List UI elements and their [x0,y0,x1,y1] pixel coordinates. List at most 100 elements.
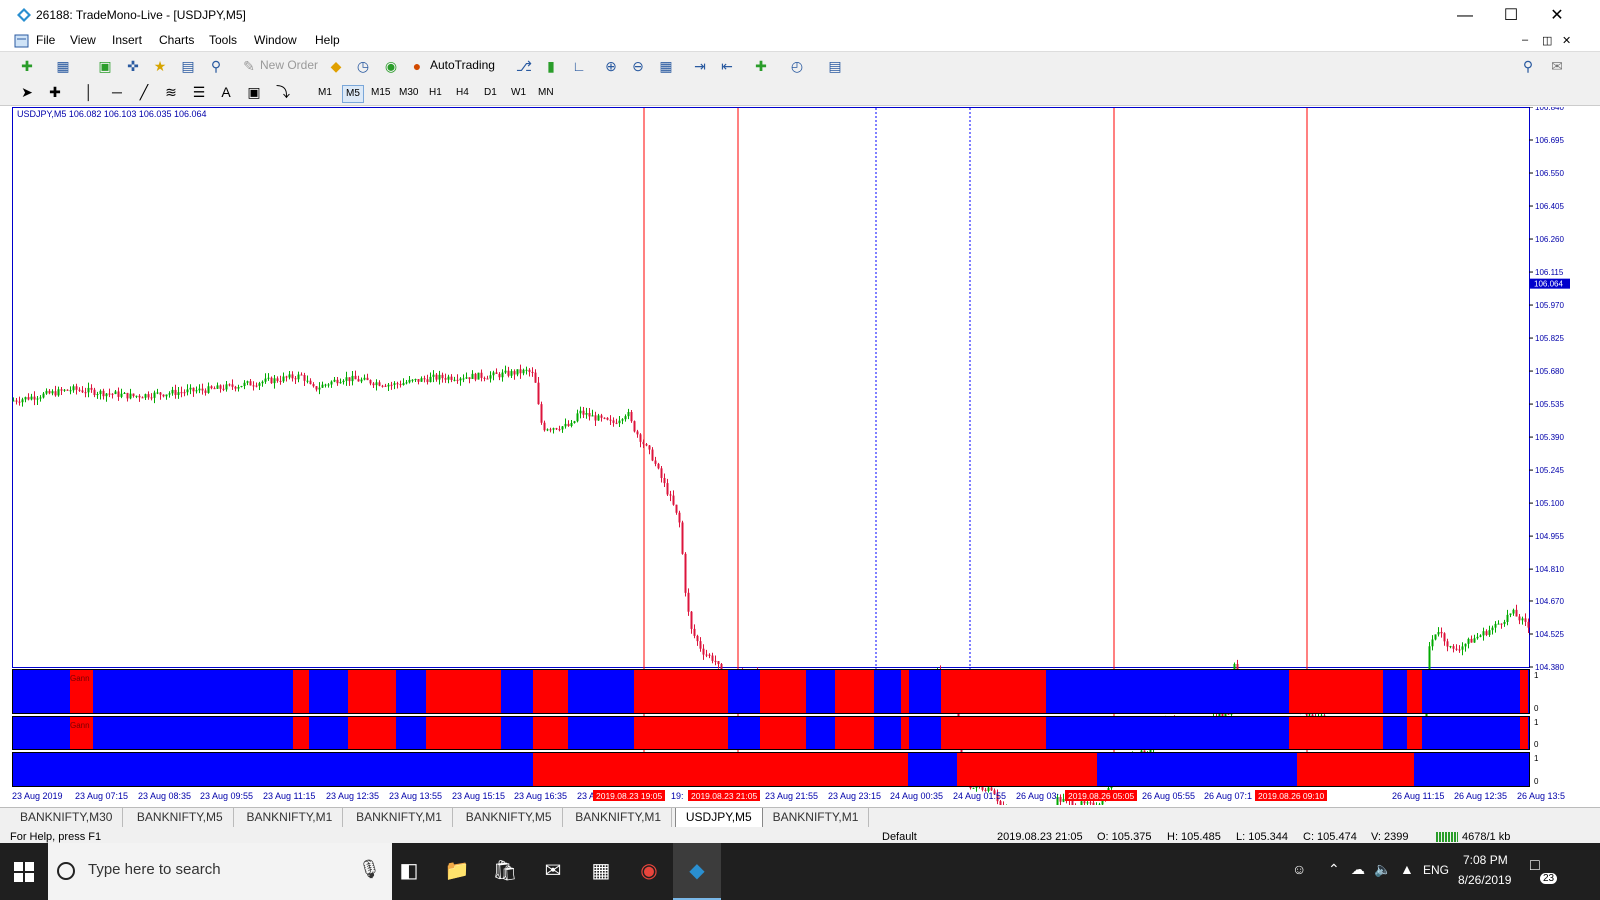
search-icon[interactable]: ⚲ [1519,57,1537,75]
people-icon[interactable]: ☺ [1292,861,1306,877]
new-order-button[interactable]: New Order [260,58,318,72]
microphone-icon[interactable]: 🎙 [358,859,381,880]
candle-body [498,373,501,378]
store-icon[interactable]: 🛍 [481,843,529,900]
timeframe-m1[interactable]: M1 [315,85,335,101]
chart-tab[interactable]: BANKNIFTY,M5 [127,808,234,827]
chart-window[interactable]: Gann 1 0 Gann 1 0 1 0 106.840 106.695 106.550 106.… [12,107,1600,805]
new-order-icon[interactable]: ✎ [240,57,258,75]
chrome-icon[interactable]: ◉ [625,843,673,900]
timeframe-d1[interactable]: D1 [481,85,500,101]
menu-view[interactable]: View [70,33,96,47]
terminal-icon[interactable]: ▤ [179,57,197,75]
market-icon[interactable]: ◉ [382,57,400,75]
metaeditor-icon[interactable]: ◆ [327,57,345,75]
signals-icon[interactable]: ◷ [354,57,372,75]
text-icon[interactable]: A [217,83,235,101]
document-icon[interactable] [14,33,30,49]
chart-tab[interactable]: BANKNIFTY,M1 [763,808,870,827]
menu-charts[interactable]: Charts [159,33,194,47]
volume-icon[interactable]: 🔈 [1374,861,1391,878]
horizontal-line-icon[interactable]: ─ [108,83,126,101]
candle-body [1500,623,1503,625]
bar-chart-icon[interactable]: ⎇ [515,57,533,75]
notifications-icon[interactable]: □ [1530,857,1540,875]
menu-tools[interactable]: Tools [209,33,237,47]
menu-help[interactable]: Help [315,33,340,47]
onedrive-icon[interactable]: ☁ [1351,861,1365,878]
mdi-minimize-button[interactable]: – [1522,34,1528,46]
cursor-icon[interactable]: ➤ [18,83,36,101]
close-button[interactable]: ✕ [1534,0,1580,31]
autoscroll-icon[interactable]: ⇤ [718,57,736,75]
zoom-in-icon[interactable]: ⊕ [602,57,620,75]
menu-file[interactable]: File [36,33,55,47]
clock-time[interactable]: 7:08 PM [1463,853,1508,867]
periods-icon[interactable]: ◴ [788,57,806,75]
fibonacci-icon[interactable]: ☰ [190,83,208,101]
chart-tab[interactable]: BANKNIFTY,M1 [237,808,344,827]
chart-tab[interactable]: BANKNIFTY,M30 [10,808,124,827]
candle-body [1455,648,1458,650]
indicator-name: Gann [70,721,90,730]
clock-date[interactable]: 8/26/2019 [1458,873,1511,887]
chart-tab[interactable]: BANKNIFTY,M5 [456,808,563,827]
strategy-tester-icon[interactable]: ⚲ [207,57,225,75]
chart-tab[interactable]: BANKNIFTY,M1 [565,808,673,827]
chart-tab[interactable]: USDJPY,M5 [674,808,763,827]
profiles-icon[interactable]: ▦ [54,57,72,75]
templates-icon[interactable]: ▤ [826,57,844,75]
mdi-close-button[interactable]: ✕ [1562,34,1571,47]
menu-window[interactable]: Window [254,33,297,47]
timeframe-m15[interactable]: M15 [368,85,393,101]
candle-body [153,392,156,398]
navigator-icon[interactable]: ★ [151,57,169,75]
indicator-band-red [533,669,568,713]
zoom-out-icon[interactable]: ⊖ [629,57,647,75]
y-tick-label: 106.115 [1535,268,1564,277]
mdi-restore-button[interactable]: ◫ [1542,34,1552,47]
trendline-icon[interactable]: ╱ [135,83,153,101]
vertical-line-icon[interactable]: │ [80,83,98,101]
equidistant-channel-icon[interactable]: ≋ [162,83,180,101]
windows-start-icon[interactable] [14,862,34,882]
timeframe-h4[interactable]: H4 [453,85,472,101]
new-chart-icon[interactable]: ✚ [18,57,36,75]
calculator-icon[interactable]: ▦ [577,843,625,900]
timeframe-h1[interactable]: H1 [426,85,445,101]
crosshair-icon[interactable]: ✚ [46,83,64,101]
line-chart-icon[interactable]: ∟ [570,57,588,75]
taskbar-search-box[interactable]: Type here to search 🎙 [48,843,392,900]
maximize-button[interactable]: ☐ [1488,0,1534,31]
chat-icon[interactable]: ✉ [1548,57,1566,75]
text-label-icon[interactable]: ▣ [245,83,263,101]
candle-body [192,387,195,392]
mail-icon[interactable]: ✉ [529,843,577,900]
wifi-icon[interactable]: ▲ [1400,861,1414,877]
candlestick-chart-icon[interactable]: ▮ [542,57,560,75]
candle-body [228,384,231,386]
candle-body [81,390,84,393]
file-explorer-icon[interactable]: 📁 [433,843,481,900]
timeframe-m5[interactable]: M5 [342,85,364,103]
trading-terminal-icon[interactable]: ◆ [673,843,721,900]
language-indicator[interactable]: ENG [1423,863,1449,877]
data-window-icon[interactable]: ✜ [124,57,142,75]
tile-windows-icon[interactable]: ▦ [657,57,675,75]
arrows-icon[interactable]: ⤵ [274,83,292,101]
tray-chevron-icon[interactable]: ⌃ [1328,861,1340,878]
minimize-button[interactable]: — [1442,0,1488,31]
menu-insert[interactable]: Insert [112,33,142,47]
autotrading-icon[interactable]: ● [408,57,426,75]
timeframe-m30[interactable]: M30 [396,85,421,101]
task-view-icon[interactable]: ◧ [385,843,433,900]
chart-shift-icon[interactable]: ⇥ [691,57,709,75]
timeframe-w1[interactable]: W1 [508,85,529,101]
autotrading-button[interactable]: AutoTrading [430,58,495,72]
indicators-icon[interactable]: ✚ [752,57,770,75]
market-watch-icon[interactable]: ▣ [96,57,114,75]
indicator-band-red [426,716,501,749]
timeframe-mn[interactable]: MN [535,85,557,101]
chart-tab[interactable]: BANKNIFTY,M1 [346,808,453,827]
price-chart[interactable]: Gann 1 0 Gann 1 0 1 0 106.840 106.695 106.550 106.… [12,107,1600,805]
